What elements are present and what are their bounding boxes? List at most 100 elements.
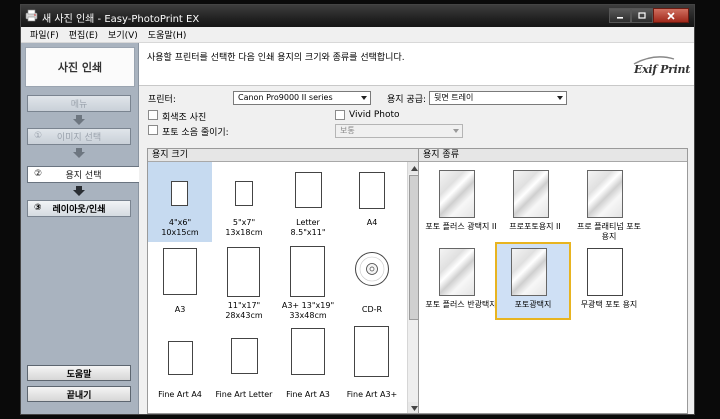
paper-type-label: 무광택 포토 용지	[580, 300, 638, 309]
chevron-down-icon	[410, 405, 418, 411]
vivid-photo-checkbox[interactable]	[335, 110, 345, 120]
paper-a4-icon	[359, 172, 385, 209]
glossy-paper-icon	[439, 170, 475, 218]
paper-size-item[interactable]: CD-R	[340, 242, 404, 322]
paper-size-item[interactable]: A4	[340, 162, 404, 242]
paper-a3-icon	[163, 248, 197, 295]
printer-app-icon	[25, 9, 38, 22]
paper-size-sublabel: 33x48cm	[289, 311, 327, 320]
glossy-paper-icon	[587, 170, 623, 218]
menu-edit[interactable]: 편집(E)	[64, 28, 103, 41]
restore-icon	[638, 11, 646, 19]
paper-size-label: 5"x7"	[232, 218, 256, 227]
noise-level-value: 보통	[340, 126, 355, 135]
window-controls	[609, 8, 689, 23]
nav-step-number: ①	[34, 131, 43, 141]
paper-fineart-a3-icon	[291, 328, 325, 375]
down-arrow-icon	[73, 115, 85, 125]
paper-size-item[interactable]: Fine Art A4	[148, 322, 212, 402]
paper-size-sublabel: 10x15cm	[161, 228, 199, 237]
main-area: 사용할 프린터를 선택한 다음 인쇄 용지의 크기와 종류를 선택합니다. Ex…	[139, 43, 694, 414]
paper-source-value: 뒷면 트레이	[434, 93, 474, 102]
paper-size-item[interactable]: 4"x6" 10x15cm	[148, 162, 212, 242]
paper-size-label: A3	[174, 305, 186, 314]
printer-value: Canon Pro9000 II series	[238, 93, 333, 102]
close-button[interactable]	[653, 8, 689, 23]
menu-view[interactable]: 보기(V)	[103, 28, 143, 41]
paper-size-grid: 4"x6" 10x15cm 5"x7" 13x18cm Letter 8.5"x…	[148, 162, 406, 413]
help-button[interactable]: 도움말	[27, 365, 131, 381]
paper-type-item-selected[interactable]: 포토광택지	[495, 242, 571, 320]
paper-size-item[interactable]: 5"x7" 13x18cm	[212, 162, 276, 242]
nav-step-label: 용지 선택	[65, 171, 102, 181]
paper-type-item[interactable]: 포토 플러스 반광택지	[425, 244, 501, 322]
paper-size-item[interactable]: Fine Art Letter	[212, 322, 276, 402]
down-arrow-icon	[73, 148, 85, 158]
paper-size-label: Fine Art Letter	[215, 390, 273, 399]
app-window: 새 사진 인쇄 - Easy-PhotoPrint EX 파일(F) 편집(E)…	[20, 4, 695, 415]
paper-fineart-letter-icon	[231, 338, 258, 374]
chevron-down-icon	[361, 96, 367, 100]
nav-step-label: 레이아웃/인쇄	[52, 205, 106, 215]
paper-size-item[interactable]: A3	[148, 242, 212, 322]
nav-step-paper-select[interactable]: ② 용지 선택	[27, 166, 139, 183]
nav-step-layout-print[interactable]: ③ 레이아웃/인쇄	[27, 200, 131, 217]
paper-type-label: 포토 플러스 반광택지	[425, 300, 497, 309]
glossy-paper-icon	[513, 170, 549, 218]
close-icon	[667, 11, 675, 20]
paper-size-label: A4	[366, 218, 378, 227]
title-bar[interactable]: 새 사진 인쇄 - Easy-PhotoPrint EX	[21, 5, 694, 27]
logo-swoosh-icon	[633, 56, 675, 65]
paper-type-label: 프로포토용지 II	[509, 222, 561, 231]
paper-size-sublabel: 28x43cm	[225, 311, 263, 320]
noise-reduction-checkbox[interactable]	[148, 125, 158, 135]
chevron-down-icon	[557, 96, 563, 100]
matte-paper-icon	[587, 248, 623, 296]
menu-help[interactable]: 도움말(H)	[143, 28, 192, 41]
minimize-button[interactable]	[609, 8, 631, 23]
paper-size-item[interactable]: 11"x17" 28x43cm	[212, 242, 276, 322]
paper-source-select[interactable]: 뒷면 트레이	[429, 91, 567, 105]
paper-source-label: 용지 공급:	[387, 95, 427, 105]
left-nav: 사진 인쇄 메뉴 ① 이미지 선택 ② 용지 선택 ③ 레이아웃/인쇄 도움말 …	[21, 43, 139, 414]
settings-area: 프린터: Canon Pro9000 II series 용지 공급: 뒷면 트…	[139, 87, 694, 145]
paper-size-label: Letter	[296, 218, 320, 227]
chevron-up-icon	[410, 165, 418, 171]
window-title: 새 사진 인쇄 - Easy-PhotoPrint EX	[42, 14, 200, 25]
paper-size-item[interactable]: Letter 8.5"x11"	[276, 162, 340, 242]
printer-select[interactable]: Canon Pro9000 II series	[233, 91, 371, 105]
paper-size-item[interactable]: A3+ 13"x19" 33x48cm	[276, 242, 340, 322]
nav-title: 사진 인쇄	[25, 47, 135, 87]
grayscale-checkbox[interactable]	[148, 110, 158, 120]
grayscale-label: 회색조 사진	[162, 113, 207, 123]
paper-size-label: A3+ 13"x19"	[281, 301, 335, 310]
paper-fineart-a4-icon	[168, 341, 193, 375]
paper-type-item[interactable]: 포토 플러스 광택지 II	[425, 166, 501, 244]
paper-11x17-icon	[227, 247, 260, 297]
nav-step-menu[interactable]: 메뉴	[27, 95, 131, 112]
nav-step-image-select[interactable]: ① 이미지 선택	[27, 128, 131, 145]
exif-print-logo: Exif Print	[633, 56, 690, 76]
menu-file[interactable]: 파일(F)	[25, 28, 64, 41]
paper-type-item[interactable]: 프로 플래티넘 포토 용지	[573, 166, 649, 244]
paper-type-label: 포토광택지	[514, 300, 552, 309]
paper-fineart-a3plus-icon	[354, 326, 389, 377]
paper-type-item[interactable]: 무광택 포토 용지	[573, 244, 649, 322]
paper-size-item[interactable]: Fine Art A3+	[340, 322, 404, 402]
paper-a3plus-icon	[290, 246, 325, 297]
menu-bar: 파일(F) 편집(E) 보기(V) 도움말(H)	[21, 27, 694, 43]
paper-size-header: 용지 크기	[148, 149, 418, 162]
paper-size-label: CD-R	[361, 305, 383, 314]
nav-step-label: 이미지 선택	[56, 133, 102, 143]
paper-type-header: 용지 종류	[419, 149, 687, 162]
paper-size-label: Fine Art A3	[286, 390, 330, 399]
printer-label: 프린터:	[148, 95, 176, 105]
maximize-button[interactable]	[631, 8, 653, 23]
paper-size-item[interactable]: Fine Art A3	[276, 322, 340, 402]
exit-button[interactable]: 끝내기	[27, 386, 131, 402]
minimize-icon	[617, 16, 623, 19]
paper-type-label: 프로 플래티넘 포토 용지	[577, 222, 641, 241]
paper-type-item[interactable]: 프로포토용지 II	[499, 166, 575, 244]
noise-level-select[interactable]: 보통	[335, 124, 463, 138]
paper-size-label: 11"x17"	[227, 301, 261, 310]
